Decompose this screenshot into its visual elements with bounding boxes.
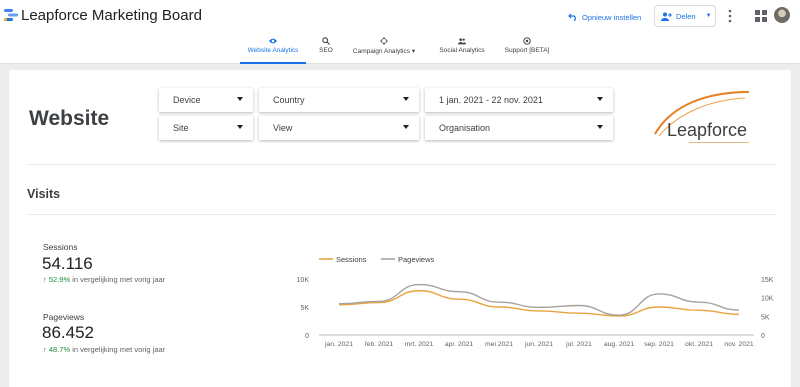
x-tick-label: sep. 2021	[644, 341, 674, 348]
tab-social-analytics[interactable]: Social Analytics	[433, 34, 491, 64]
target-icon	[380, 37, 388, 45]
chevron-down-icon: ▾	[411, 48, 416, 55]
x-tick-label: aug. 2021	[604, 341, 634, 348]
pageviews-delta: ↑ 48.7% in vergelijking met vorig jaar	[43, 345, 165, 354]
x-tick-label: feb. 2021	[365, 341, 394, 348]
y-left-tick-label: 5K	[300, 305, 309, 312]
caret-down-icon	[237, 97, 243, 101]
caret-down-icon	[237, 125, 243, 129]
view-filter-label: View	[273, 123, 293, 133]
y-right-tick-label: 15K	[761, 277, 774, 284]
tab-label: Campaign Analytics	[352, 48, 410, 55]
eye-icon	[269, 38, 277, 44]
caret-down-icon	[403, 97, 409, 101]
date-range-picker[interactable]: 1 jan. 2021 - 22 nov. 2021	[425, 88, 613, 112]
y-right-tick-label: 5K	[761, 314, 770, 321]
device-filter-label: Device	[173, 95, 201, 105]
tab-label: Website Analytics	[247, 47, 299, 54]
tab-seo[interactable]: SEO	[315, 34, 337, 64]
organisation-filter-label: Organisation	[439, 123, 491, 133]
country-filter[interactable]: Country	[259, 88, 419, 112]
tab-support-beta[interactable]: Support [BETA]	[498, 34, 556, 64]
view-filter[interactable]: View	[259, 116, 419, 140]
reset-label: Opnieuw instellen	[582, 12, 642, 22]
pageviews-delta-text: in vergelijking met vorig jaar	[70, 345, 166, 354]
y-left-tick-label: 10K	[297, 277, 310, 284]
report-title[interactable]: Leapforce Marketing Board	[21, 7, 202, 24]
share-dropdown-icon[interactable]: ▼	[706, 13, 712, 19]
tab-campaign-analytics[interactable]: Campaign Analytics ▾	[345, 34, 423, 64]
logo-wordmark: Leapforce	[667, 120, 747, 140]
x-tick-label: jun. 2021	[524, 341, 553, 348]
top-bar: Leapforce Marketing Board Opnieuw instel…	[0, 0, 800, 34]
apps-grid-icon[interactable]	[755, 10, 767, 22]
date-range-label: 1 jan. 2021 - 22 nov. 2021	[439, 95, 543, 105]
legend-label-pageviews: Pageviews	[398, 255, 435, 264]
y-left-tick-label: 0	[305, 333, 309, 340]
share-label: Delen	[676, 11, 696, 21]
divider	[27, 164, 777, 165]
share-button[interactable]: Delen ▼	[654, 5, 716, 27]
search-icon	[322, 37, 330, 45]
tab-label: Social Analytics	[439, 47, 485, 54]
y-right-tick-label: 0	[761, 333, 765, 340]
country-filter-label: Country	[273, 95, 305, 105]
x-tick-label: apr. 2021	[445, 341, 474, 348]
tab-label: SEO	[319, 47, 333, 54]
pageviews-value: 86.452	[42, 323, 94, 342]
page-tabs: Website Analytics SEO Campaign Analytics…	[0, 34, 800, 64]
data-studio-logo-icon	[4, 9, 18, 21]
x-tick-label: mei 2021	[485, 341, 513, 348]
divider	[27, 214, 777, 215]
caret-down-icon	[403, 125, 409, 129]
sessions-value: 54.116	[42, 254, 93, 273]
x-tick-label: nov. 2021	[724, 341, 754, 348]
tab-label: Support [BETA]	[504, 47, 550, 54]
leapforce-logo: Leapforce	[654, 91, 750, 143]
y-right-tick-label: 10K	[761, 296, 774, 303]
organisation-filter[interactable]: Organisation	[425, 116, 613, 140]
visits-section-title: Visits	[27, 187, 61, 201]
series-line-sessions	[338, 290, 740, 317]
add-person-icon	[661, 12, 672, 21]
pageviews-label: Pageviews	[43, 312, 85, 322]
visits-line-chart: 10K 5K 0 15K 10K 5K 0 jan. 2021 feb. 2021 mrt. 20…	[297, 255, 774, 348]
tab-website-analytics[interactable]: Website Analytics	[240, 34, 306, 64]
x-tick-label: jan. 2021	[324, 341, 353, 348]
undo-icon	[568, 13, 576, 21]
x-tick-label: jul. 2021	[565, 341, 592, 348]
arrow-up-icon: ↑	[43, 275, 47, 284]
site-filter-label: Site	[173, 123, 189, 133]
site-filter[interactable]: Site	[159, 116, 253, 140]
sessions-delta-value: 52.9%	[48, 275, 71, 284]
sessions-delta-text: in vergelijking met vorig jaar	[70, 275, 166, 284]
caret-down-icon	[597, 125, 603, 129]
user-avatar[interactable]	[774, 7, 790, 23]
reset-button[interactable]: Opnieuw instellen	[568, 8, 641, 26]
page-title: Website	[29, 107, 110, 130]
pageviews-delta-value: 48.7%	[48, 345, 71, 354]
caret-down-icon	[597, 97, 603, 101]
support-icon	[523, 37, 531, 45]
more-options-icon[interactable]	[726, 9, 734, 23]
arrow-up-icon: ↑	[43, 345, 47, 354]
legend-label-sessions: Sessions	[336, 255, 367, 264]
sessions-delta: ↑ 52.9% in vergelijking met vorig jaar	[43, 275, 165, 284]
report-canvas: Website Device Country 1 jan. 2021 - 22 …	[9, 70, 791, 387]
people-icon	[458, 38, 466, 45]
x-tick-label: mrt. 2021	[405, 341, 434, 348]
sessions-label: Sessions	[43, 242, 78, 252]
device-filter[interactable]: Device	[159, 88, 253, 112]
x-tick-label: okt. 2021	[685, 341, 713, 348]
